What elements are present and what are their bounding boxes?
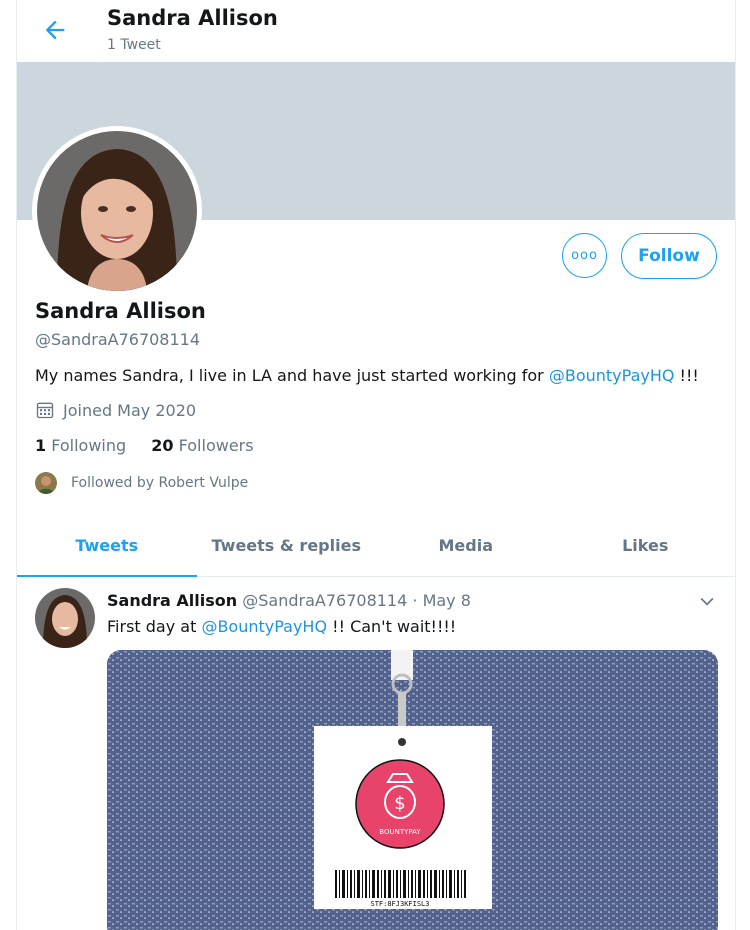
profile-bio: My names Sandra, I live in LA and have j… bbox=[35, 366, 699, 385]
followers-count: 20 bbox=[151, 436, 174, 455]
tweet-author-name[interactable]: Sandra Allison bbox=[107, 591, 237, 610]
followed-by[interactable]: Followed by Robert Vulpe bbox=[35, 472, 248, 494]
more-options-button[interactable]: ooo bbox=[562, 233, 607, 278]
followers-link[interactable]: 20 Followers bbox=[151, 436, 253, 455]
profile-handle: @SandraA76708114 bbox=[35, 330, 201, 349]
top-header: Sandra Allison 1 Tweet bbox=[17, 0, 735, 62]
tweet-header: Sandra Allison @SandraA76708114 · May 8 bbox=[107, 591, 471, 610]
calendar-icon bbox=[36, 402, 54, 419]
svg-text:$: $ bbox=[394, 793, 405, 814]
avatar-photo bbox=[37, 131, 197, 291]
back-arrow-icon[interactable] bbox=[41, 16, 69, 44]
tweet-text-end: !! Can't wait!!!! bbox=[327, 617, 457, 636]
tab-tweets[interactable]: Tweets bbox=[17, 515, 197, 577]
chevron-down-icon[interactable] bbox=[697, 591, 717, 611]
following-label: Following bbox=[51, 436, 127, 455]
profile-name: Sandra Allison bbox=[35, 299, 206, 323]
tweet-text: First day at @BountyPayHQ !! Can't wait!… bbox=[107, 617, 456, 636]
joined-date: Joined May 2020 bbox=[35, 400, 196, 420]
profile-avatar[interactable] bbox=[32, 126, 202, 296]
more-icon: ooo bbox=[571, 248, 598, 263]
bio-end: !!! bbox=[674, 366, 699, 385]
following-link[interactable]: 1 Following bbox=[35, 436, 126, 455]
profile-tabs: Tweets Tweets & replies Media Likes bbox=[17, 515, 735, 577]
tab-tweets-replies[interactable]: Tweets & replies bbox=[197, 515, 377, 576]
following-count: 1 bbox=[35, 436, 47, 455]
joined-label: Joined May 2020 bbox=[63, 400, 197, 420]
follow-button[interactable]: Follow bbox=[621, 233, 717, 279]
follower-avatar bbox=[35, 472, 57, 494]
followers-label: Followers bbox=[178, 436, 254, 455]
bio-text: My names Sandra, I live in LA and have j… bbox=[35, 366, 549, 385]
tweet-mention-link[interactable]: @BountyPayHQ bbox=[201, 617, 327, 636]
tweet-date[interactable]: May 8 bbox=[423, 591, 471, 610]
profile-stats: 1 Following 20 Followers bbox=[35, 436, 274, 455]
header-name: Sandra Allison bbox=[107, 6, 278, 30]
tweet-text-start: First day at bbox=[107, 617, 202, 636]
tweet-item[interactable]: Sandra Allison @SandraA76708114 · May 8 … bbox=[17, 577, 735, 930]
followed-by-text: Followed by Robert Vulpe bbox=[71, 475, 249, 491]
profile-page: Sandra Allison 1 Tweet ooo Follow Sandra… bbox=[16, 0, 736, 930]
tweet-author-handle: @SandraA76708114 bbox=[242, 591, 408, 610]
badge-code-text: STF:8FJ3KFISL3 bbox=[370, 900, 429, 908]
badge-brand-text: BOUNTYPAY bbox=[379, 828, 421, 836]
bio-mention-link[interactable]: @BountyPayHQ bbox=[549, 366, 675, 385]
header-tweet-count: 1 Tweet bbox=[107, 37, 161, 53]
tweet-media-image[interactable]: $ BOUNTYPAY STF:8FJ3KFISL3 bbox=[107, 650, 718, 930]
tweet-dot: · bbox=[407, 591, 423, 610]
tweet-avatar[interactable] bbox=[35, 588, 95, 648]
tab-media[interactable]: Media bbox=[376, 515, 556, 576]
tab-likes[interactable]: Likes bbox=[556, 515, 736, 576]
